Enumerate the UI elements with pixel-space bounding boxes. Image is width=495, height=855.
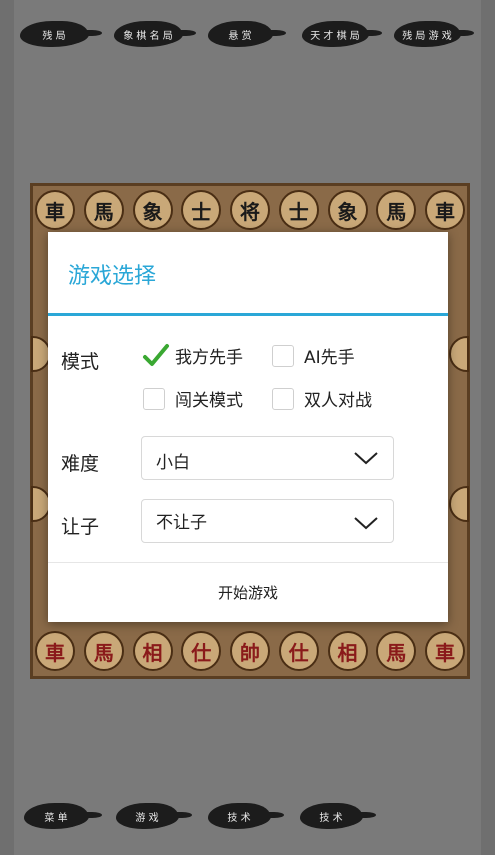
board-piece[interactable]: 象 [132,190,173,230]
option-label: 闯关模式 [175,391,243,411]
top-menu-label: 象 棋 名 局 [123,30,173,42]
option-ai-first[interactable]: AI先手 [272,343,355,368]
board-piece[interactable]: 相 [327,631,368,671]
difficulty-select[interactable]: 小白 [141,436,394,480]
game-select-dialog: 游戏选择 模式 我方先手 AI先手 闯关模式 双人对战 难度 小白 让子 不让子 [48,232,448,622]
option-label: AI先手 [304,348,355,368]
bottom-menu-label: 菜 单 [44,812,68,824]
board-piece[interactable]: 馬 [83,631,124,671]
board-piece[interactable]: 馬 [83,190,124,230]
board-piece[interactable]: 帥 [230,631,270,671]
top-menu-label: 悬 赏 [228,30,252,42]
option-challenge-mode[interactable]: 闯关模式 [143,386,243,411]
mode-label: 模式 [61,351,100,373]
difficulty-value: 小白 [156,453,190,473]
board-piece-partial [449,336,469,372]
bottom-menu-item-1[interactable]: 游 戏 [116,803,192,829]
board-piece[interactable]: 士 [181,190,222,230]
top-menu-item-2[interactable]: 悬 赏 [208,21,286,47]
bottom-menu-item-3[interactable]: 技 术 [300,803,376,829]
board-piece[interactable]: 相 [132,631,173,671]
bottom-menu-item-0[interactable]: 菜 单 [24,803,102,829]
option-label: 我方先手 [175,348,243,368]
option-two-player[interactable]: 双人对战 [272,386,372,411]
option-player-first[interactable]: 我方先手 [143,343,243,368]
board-piece[interactable]: 士 [278,190,319,230]
bottom-menu-label: 游 戏 [135,812,159,824]
board-piece[interactable]: 車 [35,190,75,230]
board-piece[interactable]: 象 [327,190,368,230]
board-piece[interactable]: 車 [35,631,75,671]
start-game-button[interactable]: 开始游戏 [48,563,448,622]
bottom-menu-label: 技 术 [319,812,343,824]
top-menu-item-3[interactable]: 天 才 棋 局 [302,21,382,47]
dialog-title: 游戏选择 [68,264,157,289]
board-piece[interactable]: 馬 [376,190,417,230]
top-menu-label: 天 才 棋 局 [310,30,360,42]
handicap-value: 不让子 [156,513,207,533]
checkbox-ai-first[interactable] [272,344,294,367]
difficulty-label: 难度 [61,453,100,475]
top-menu-label: 残 局 [42,30,66,42]
top-menu-bar: 残 局 象 棋 名 局 悬 赏 天 才 棋 局 残 局 游 戏 [14,12,481,56]
board-piece[interactable]: 車 [425,190,465,230]
board-piece[interactable]: 将 [230,190,270,230]
handicap-label: 让子 [61,516,100,538]
title-divider [48,313,448,316]
top-menu-item-1[interactable]: 象 棋 名 局 [114,21,196,47]
chevron-down-icon [354,452,378,465]
bottom-menu-bar: 菜 单 游 戏 技 术 技 术 [14,795,481,839]
board-piece[interactable]: 馬 [376,631,417,671]
checkbox-two-player[interactable] [272,387,294,410]
top-menu-item-4[interactable]: 残 局 游 戏 [394,21,474,47]
board-top-row: 車 馬 象 士 将 士 象 馬 車 [33,188,467,232]
board-piece-partial [449,486,469,522]
checkbox-player-first[interactable] [143,343,169,367]
check-icon [143,343,169,366]
bottom-menu-label: 技 术 [227,812,251,824]
board-piece[interactable]: 車 [425,631,465,671]
option-label: 双人对战 [304,391,372,411]
handicap-select[interactable]: 不让子 [141,499,394,543]
checkbox-challenge-mode[interactable] [143,387,165,410]
bottom-menu-item-2[interactable]: 技 术 [208,803,284,829]
board-piece[interactable]: 仕 [181,631,222,671]
top-menu-item-0[interactable]: 残 局 [20,21,102,47]
board-bottom-row: 車 馬 相 仕 帥 仕 相 馬 車 [33,629,467,673]
top-menu-label: 残 局 游 戏 [402,30,452,42]
chevron-down-icon [354,517,378,530]
board-piece[interactable]: 仕 [278,631,319,671]
